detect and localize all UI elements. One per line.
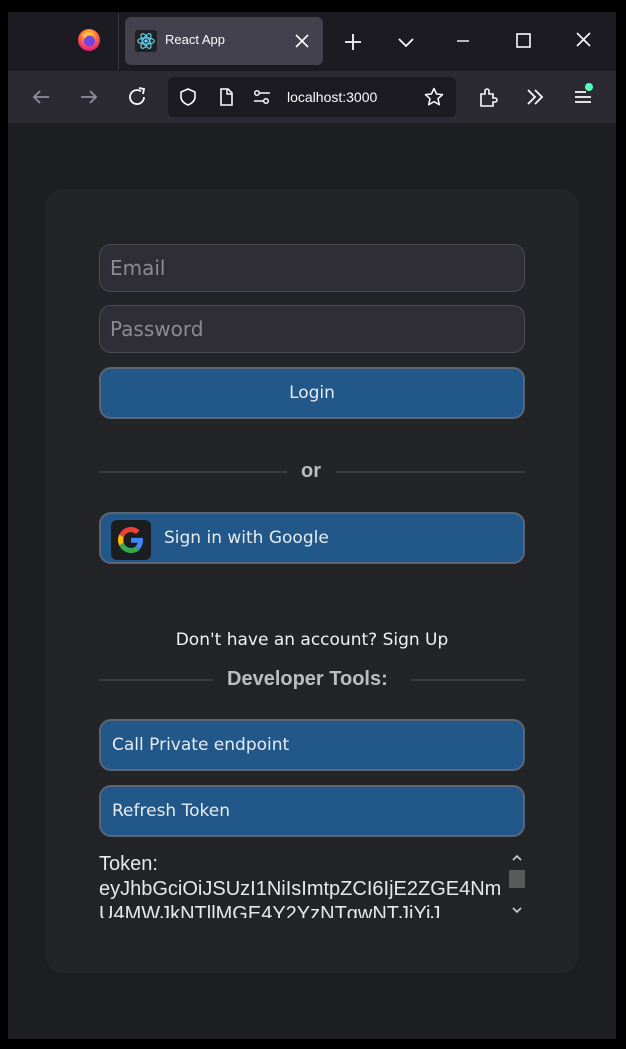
navigation-toolbar: localhost:3000 (8, 71, 616, 123)
url-text[interactable]: localhost:3000 (287, 89, 377, 105)
scroll-down-icon (512, 907, 522, 914)
or-divider-left (99, 471, 287, 473)
back-icon[interactable] (30, 86, 52, 108)
firefox-logo-icon[interactable] (77, 28, 101, 52)
login-button[interactable]: Login (99, 367, 525, 419)
chevron-down-icon[interactable] (395, 31, 417, 53)
devtools-heading: Developer Tools: (227, 668, 388, 690)
google-logo-box (111, 520, 151, 560)
token-label: Token: (99, 853, 158, 875)
tab-react-app[interactable]: React App (125, 17, 323, 65)
token-display[interactable]: Token: eyJhbGciOiJSUzI1NiIsImtpZCI6IjE2Z… (99, 852, 503, 918)
minimize-icon[interactable] (452, 31, 474, 53)
token-value: eyJhbGciOiJSUzI1NiIsImtpZCI6IjE2ZGE4NmU4… (99, 878, 502, 918)
window-close-icon[interactable] (573, 31, 595, 53)
google-signin-button[interactable]: Sign in with Google (99, 512, 525, 564)
extensions-icon[interactable] (477, 86, 499, 108)
react-icon (135, 30, 157, 52)
address-bar[interactable]: localhost:3000 (168, 77, 456, 117)
refresh-token-button[interactable]: Refresh Token (99, 785, 525, 837)
call-private-endpoint-button[interactable]: Call Private endpoint (99, 719, 525, 771)
signup-prompt[interactable]: Don't have an account? Sign Up (45, 630, 579, 650)
devtools-divider-right (411, 679, 525, 681)
scroll-up-icon (512, 854, 522, 861)
tab-strip: React App (8, 12, 616, 71)
google-signin-label: Sign in with Google (164, 528, 329, 548)
plus-icon[interactable] (342, 31, 364, 53)
tab-title: React App (165, 32, 225, 47)
permissions-icon[interactable] (252, 87, 272, 107)
devtools-divider-left (99, 679, 213, 681)
shield-icon[interactable] (178, 87, 198, 107)
reload-icon[interactable] (126, 86, 148, 108)
google-icon (118, 527, 143, 553)
token-scrollbar[interactable] (509, 852, 525, 918)
browser-window: React App localhost:3000 Email Password … (8, 12, 616, 1039)
email-input[interactable]: Email (99, 244, 525, 292)
or-divider-text: or (301, 460, 321, 482)
or-divider-right (336, 471, 525, 473)
password-input[interactable]: Password (99, 305, 525, 353)
scroll-thumb (509, 870, 525, 888)
close-icon[interactable] (293, 32, 311, 50)
overflow-icon[interactable] (524, 86, 546, 108)
star-icon[interactable] (424, 87, 444, 107)
forward-icon[interactable] (78, 86, 100, 108)
page-content: Email Password Login or Sign in with Goo… (8, 123, 616, 1039)
notification-dot (585, 83, 593, 91)
login-card: Email Password Login or Sign in with Goo… (45, 189, 579, 973)
maximize-icon[interactable] (512, 31, 534, 53)
tab-separator (118, 14, 119, 70)
page-icon[interactable] (216, 87, 236, 107)
